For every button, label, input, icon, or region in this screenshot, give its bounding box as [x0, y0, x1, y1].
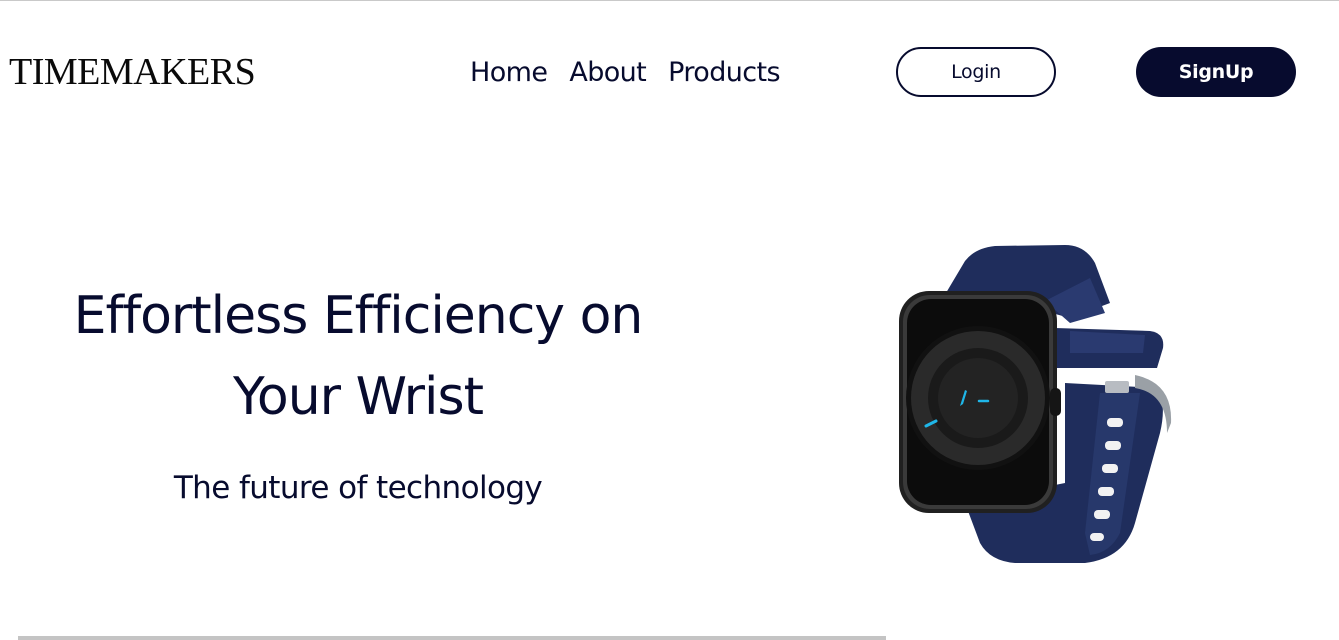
smartwatch-image: [899, 245, 1172, 563]
main-nav: Home About Products: [470, 57, 781, 88]
login-button[interactable]: Login: [896, 47, 1056, 97]
nav-home-link[interactable]: Home: [470, 57, 548, 88]
hero-subtitle: The future of technology: [173, 470, 543, 506]
horizontal-scrollbar[interactable]: [18, 636, 886, 640]
hero-title-line-2: Your Wrist: [233, 367, 484, 427]
nav-products-link[interactable]: Products: [668, 57, 780, 88]
signup-button[interactable]: SignUp: [1136, 47, 1296, 97]
top-border: [0, 0, 1339, 1]
nav-about-link[interactable]: About: [569, 57, 646, 88]
hero-title: Effortless Efficiency on Your Wrist: [28, 276, 688, 438]
hero-title-line-1: Effortless Efficiency on: [73, 286, 644, 346]
brand-logo[interactable]: TIMEMAKERS: [9, 50, 256, 94]
